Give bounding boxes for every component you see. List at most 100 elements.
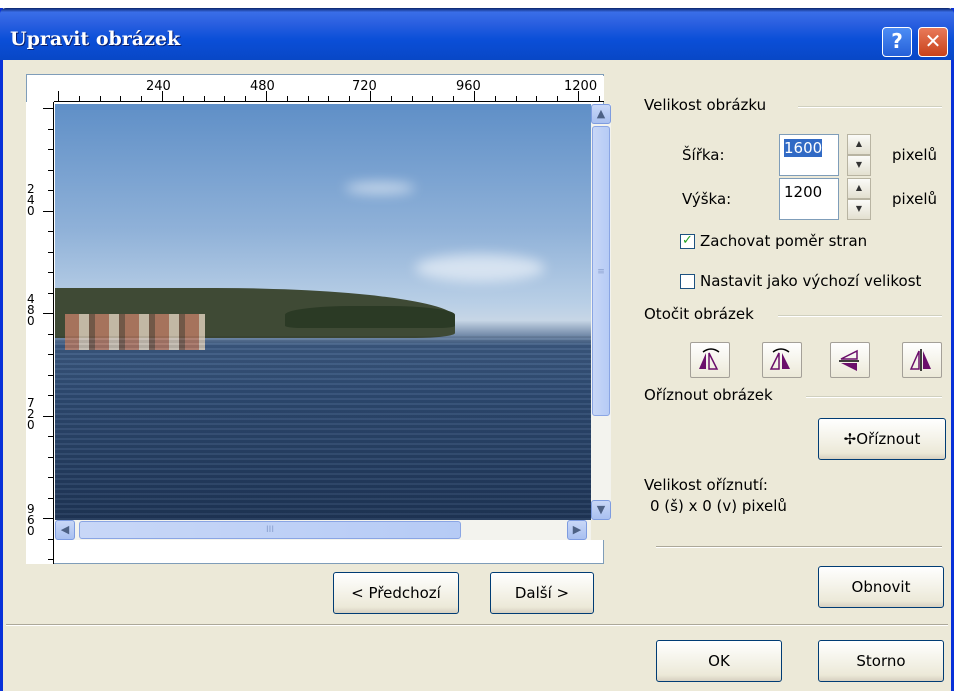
flip-vertical-icon [839,349,859,371]
crop-size-value: 0 (š) x 0 (v) pixelů [650,497,787,515]
group-divider [798,106,942,108]
ruler-tick [432,96,434,101]
ruler-tick [43,108,53,109]
ruler-label: 1200 [564,79,598,94]
vertical-ruler: 240 480 720 960 [26,102,54,564]
spin-up-icon[interactable]: ▲ [847,178,871,199]
title-bar[interactable]: Upravit obrázek ? ✕ [0,8,954,60]
ruler-tick [58,91,59,101]
width-spinner[interactable]: ▲ ▼ [847,134,871,176]
ruler-tick [48,149,53,150]
ruler-tick [99,96,101,101]
size-group-title: Velikost obrázku [644,96,767,114]
height-label: Výška: [682,190,732,208]
crop-button-label: Oříznout [856,430,921,448]
crop-group-title: Oříznout obrázek [644,386,773,404]
spin-up-icon[interactable]: ▲ [847,134,871,155]
image-preview[interactable] [55,104,591,520]
horizontal-scrollbar[interactable]: ◀ III ▶ [55,520,591,540]
ruler-label: 960 [456,79,481,94]
scroll-left-icon[interactable]: ◀ [55,520,75,540]
spin-down-icon[interactable]: ▼ [847,199,871,220]
ruler-tick [78,96,80,101]
ruler-label: 240 [27,182,35,218]
ruler-tick [48,456,53,458]
ruler-tick [245,96,247,101]
ruler-tick [515,96,517,101]
ruler-tick [162,91,163,101]
flip-horizontal-icon [909,349,931,371]
vertical-scroll-thumb[interactable]: ≡ [592,126,610,416]
crop-icon: ✢ [843,430,857,448]
horizontal-scroll-thumb[interactable]: III [79,521,461,539]
ruler-tick [390,96,392,101]
ruler-tick [578,91,579,101]
ruler-tick [48,190,53,191]
ruler-tick [141,96,143,101]
ruler-tick [48,477,53,478]
rotate-right-button[interactable] [762,342,802,378]
crop-size-caption: Velikost oříznutí: [644,476,768,494]
ruler-label: 960 [27,502,35,538]
ruler-tick [43,313,53,314]
flip-horizontal-button[interactable] [902,342,942,378]
ruler-tick [453,96,455,101]
ruler-label: 240 [146,79,171,94]
next-button[interactable]: Další > [490,572,594,614]
ruler-tick [48,128,53,130]
ruler-tick [598,96,600,101]
island [285,306,455,328]
ruler-tick [286,96,288,101]
crop-button[interactable]: ✢Oříznout [818,418,946,460]
ruler-tick [266,91,267,101]
scroll-right-icon[interactable]: ▶ [567,520,587,540]
ruler-tick [48,436,53,437]
ruler-tick [370,91,371,101]
ruler-tick [48,395,53,396]
spin-down-icon[interactable]: ▼ [847,155,871,176]
flip-vertical-button[interactable] [830,342,870,378]
separator [6,624,948,626]
ruler-tick [203,96,205,101]
scroll-corner [591,520,611,540]
ruler-tick [43,210,53,212]
height-input[interactable]: 1200 [779,178,839,220]
group-divider [806,396,942,398]
help-button[interactable]: ? [882,27,912,57]
default-size-checkbox[interactable] [680,274,695,289]
ruler-tick [474,91,475,101]
cancel-button[interactable]: Storno [818,640,944,682]
sea [55,336,591,520]
vertical-scrollbar[interactable]: ▲ ≡ ▼ [591,104,611,520]
group-divider [778,315,942,317]
width-input[interactable]: 1600 [779,134,839,176]
ruler-tick [48,231,53,232]
height-spinner[interactable]: ▲ ▼ [847,178,871,220]
scroll-down-icon[interactable]: ▼ [591,500,611,520]
width-unit: pixelů [892,146,938,164]
ruler-tick [48,333,53,335]
reset-button[interactable]: Obnovit [818,566,944,608]
ruler-tick [48,559,53,560]
ruler-tick [43,518,53,519]
ruler-tick [120,96,122,101]
ruler-label: 480 [250,79,275,94]
default-size-label[interactable]: Nastavit jako výchozí velikost [700,272,921,290]
close-button[interactable]: ✕ [918,27,948,57]
ruler-tick [557,96,559,101]
ruler-tick [494,96,496,101]
rotate-left-button[interactable] [690,342,730,378]
scroll-up-icon[interactable]: ▲ [591,104,611,124]
separator [656,546,942,548]
window-title: Upravit obrázek [10,28,181,50]
horizontal-ruler: 240 480 720 960 1200 [54,76,604,102]
ok-button[interactable]: OK [656,640,782,682]
keep-ratio-label[interactable]: Zachovat poměr stran [700,232,867,250]
ruler-tick [48,292,53,294]
keep-ratio-checkbox[interactable]: ✓ [680,234,695,249]
previous-button[interactable]: < Předchozí [333,572,459,614]
ruler-tick [48,354,53,355]
rotate-right-icon [769,348,790,370]
ruler-tick [411,96,413,101]
ruler-tick [48,251,53,253]
